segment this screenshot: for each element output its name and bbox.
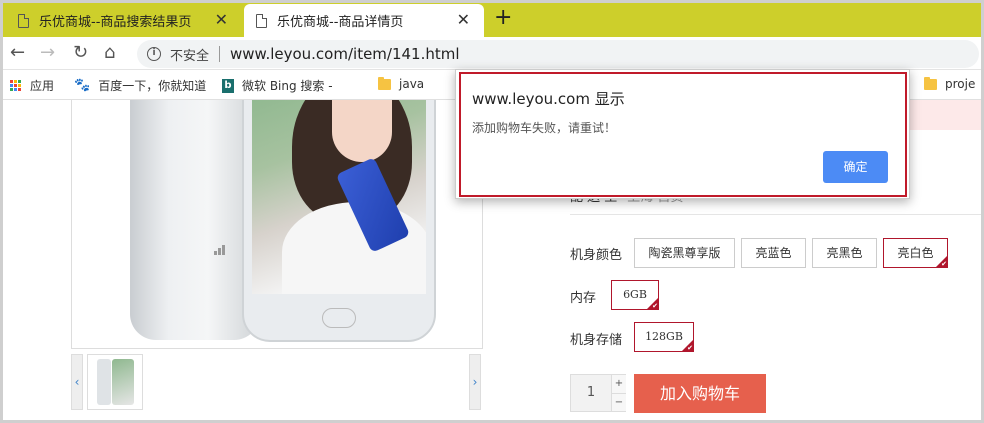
thumb-next-icon[interactable]: › bbox=[469, 354, 481, 410]
divider bbox=[570, 214, 984, 215]
folder-icon bbox=[378, 76, 391, 90]
bookmark-label: 微软 Bing 搜索 - bbox=[242, 79, 333, 93]
option-color-bright-black[interactable]: 亮黑色 bbox=[812, 238, 877, 268]
alert-message: 添加购物车失败，请重试！ bbox=[472, 121, 617, 135]
reload-icon[interactable]: ↻ bbox=[73, 42, 88, 64]
tab-title: 乐优商城--商品详情页 bbox=[277, 15, 404, 30]
browser-toolbar: ← → ↻ ⌂ i 不安全 www.leyou.com/item/141.htm… bbox=[0, 37, 984, 70]
forward-icon[interactable]: → bbox=[40, 42, 55, 64]
info-icon[interactable]: i bbox=[147, 47, 161, 61]
phone-front-image bbox=[242, 100, 436, 342]
quantity-stepper: 1 + − bbox=[570, 374, 626, 412]
option-label-memory: 内存 bbox=[570, 291, 597, 306]
option-memory-6gb[interactable]: 6GB bbox=[611, 280, 659, 310]
document-icon bbox=[18, 13, 29, 28]
quantity-increase-button[interactable]: + bbox=[611, 375, 626, 393]
folder-icon bbox=[924, 76, 937, 90]
url-text[interactable]: www.leyou.com/item/141.html bbox=[230, 45, 460, 63]
address-divider bbox=[219, 46, 221, 62]
phone-screen-image bbox=[252, 100, 426, 294]
product-main-image[interactable] bbox=[71, 100, 483, 349]
bookmark-baidu[interactable]: 🐾 百度一下，你就知道 bbox=[74, 77, 206, 94]
tab-product-detail[interactable]: 乐优商城--商品详情页 ✕ bbox=[244, 4, 484, 37]
address-bar[interactable]: i 不安全 www.leyou.com/item/141.html bbox=[137, 40, 979, 68]
thumbnail[interactable] bbox=[87, 354, 143, 410]
bookmark-java[interactable]: java bbox=[378, 76, 425, 91]
add-to-cart-button[interactable]: 加入购物车 bbox=[634, 374, 766, 413]
new-tab-button[interactable]: + bbox=[494, 6, 512, 30]
tab-strip: 乐优商城--商品搜索结果页 ✕ 乐优商城--商品详情页 ✕ + bbox=[0, 0, 984, 37]
bookmark-label: java bbox=[399, 77, 425, 91]
quantity-input[interactable]: 1 bbox=[571, 375, 611, 411]
apps-grid-icon bbox=[10, 79, 22, 92]
back-icon[interactable]: ← bbox=[10, 42, 25, 64]
option-storage-128gb[interactable]: 128GB bbox=[634, 322, 694, 352]
option-label-storage: 机身存储 bbox=[570, 333, 623, 348]
bookmark-project[interactable]: proje bbox=[924, 76, 976, 91]
tab-title: 乐优商城--商品搜索结果页 bbox=[39, 15, 192, 30]
security-status: 不安全 bbox=[170, 48, 210, 64]
quantity-decrease-button[interactable]: − bbox=[611, 393, 626, 411]
bookmark-bing[interactable]: b 微软 Bing 搜索 - bbox=[222, 77, 333, 94]
thumbnail-strip: ‹ › bbox=[71, 354, 483, 412]
bookmark-apps[interactable]: 应用 bbox=[10, 77, 54, 94]
option-color-bright-blue[interactable]: 亮蓝色 bbox=[741, 238, 806, 268]
option-label-color: 机身颜色 bbox=[570, 248, 623, 263]
alert-dialog: www.leyou.com 显示 添加购物车失败，请重试！ 确定 bbox=[455, 69, 910, 199]
alert-title: www.leyou.com 显示 bbox=[472, 90, 625, 108]
home-button-icon bbox=[322, 308, 356, 328]
thumb-prev-icon[interactable]: ‹ bbox=[71, 354, 83, 410]
option-color-ceramic-black[interactable]: 陶瓷黑尊享版 bbox=[634, 238, 735, 268]
bing-icon: b bbox=[222, 78, 234, 93]
phone-back-image bbox=[130, 100, 260, 340]
bookmark-label: proje bbox=[945, 77, 976, 91]
bookmark-label: 百度一下，你就知道 bbox=[98, 79, 207, 93]
home-icon[interactable]: ⌂ bbox=[104, 42, 115, 64]
tab-search-results[interactable]: 乐优商城--商品搜索结果页 ✕ bbox=[6, 4, 242, 37]
option-color-bright-white[interactable]: 亮白色 bbox=[883, 238, 948, 268]
bookmark-label: 应用 bbox=[30, 79, 55, 93]
document-icon bbox=[256, 13, 267, 28]
close-icon[interactable]: ✕ bbox=[457, 12, 470, 28]
model-face bbox=[332, 100, 392, 162]
close-icon[interactable]: ✕ bbox=[215, 12, 228, 28]
mi-logo-icon bbox=[214, 240, 232, 255]
alert-ok-button[interactable]: 确定 bbox=[823, 151, 888, 183]
baidu-paw-icon: 🐾 bbox=[74, 78, 91, 93]
